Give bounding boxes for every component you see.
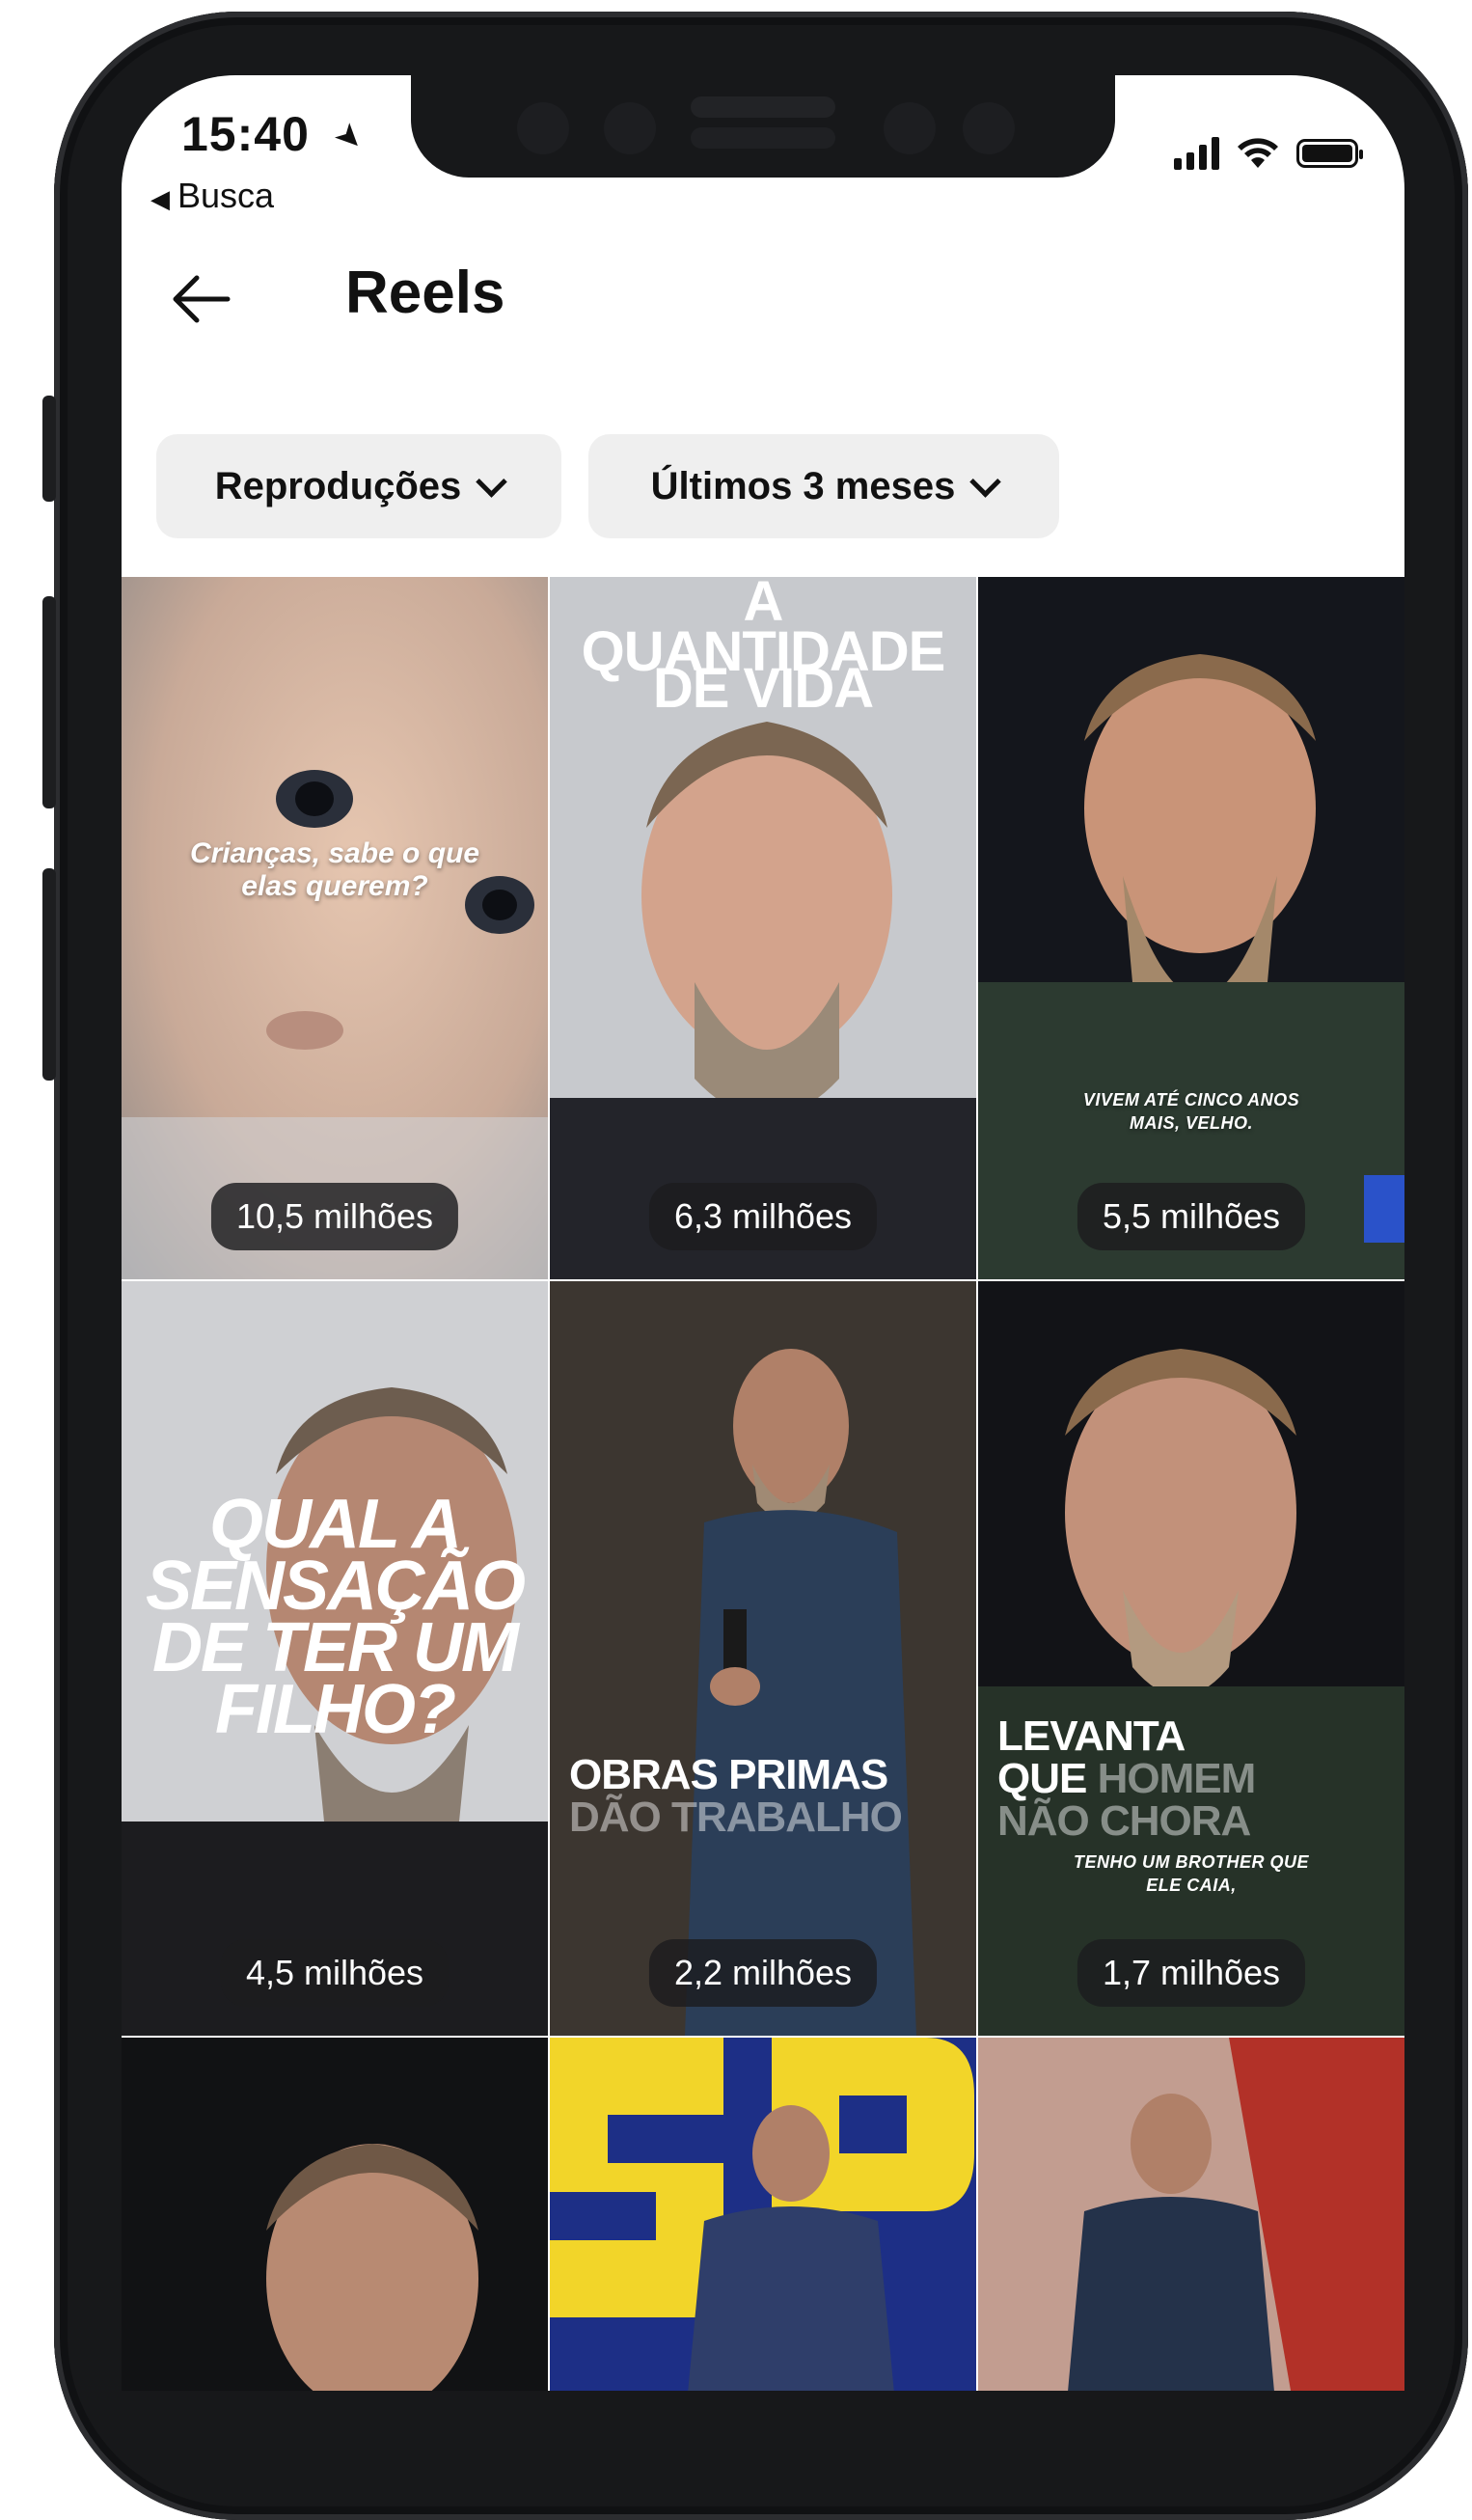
reel-tile[interactable] [978, 2038, 1404, 2391]
reel-view-count: 1,7 milhões [1077, 1939, 1306, 2007]
reel-overlay-text: OBRAS PRIMAS DÃO TRABALHO [569, 1751, 903, 1841]
reel-tile[interactable]: QUAL A SENSAÇÃO DE TER UM FILHO? 4,5 mil… [122, 1281, 548, 2036]
status-time: 15:40 [181, 107, 310, 161]
reel-tile[interactable]: VIVEM ATÉ CINCO ANOS MAIS, VELHO. 5,5 mi… [978, 577, 1404, 1279]
reel-view-count: 5,5 milhões [1077, 1183, 1306, 1250]
phone-mute-switch [42, 396, 56, 502]
reel-thumbnail [122, 2038, 548, 2391]
notch [411, 75, 1115, 178]
page-title: Reels [345, 260, 505, 326]
camera-icon [884, 102, 936, 154]
wifi-icon [1238, 138, 1278, 168]
reel-thumbnail [122, 577, 548, 1279]
chevron-down-icon [969, 465, 1002, 498]
cellular-signal-icon [1174, 137, 1219, 170]
reel-thumbnail [550, 2038, 976, 2391]
sensor-bar [691, 127, 835, 149]
reel-tile[interactable]: A QUANTIDADE DE VIDA 6,3 milhões [550, 577, 976, 1279]
sensor-icon [963, 102, 1015, 154]
back-arrow-icon[interactable] [162, 260, 239, 338]
sensor-icon [604, 102, 656, 154]
reel-thumbnail [550, 1281, 976, 2036]
battery-icon [1296, 139, 1363, 168]
reel-overlay-text: Crianças, sabe o que elas querem? [189, 837, 480, 902]
status-icons [1174, 137, 1363, 170]
reel-tile[interactable]: Crianças, sabe o que elas querem? 10,5 m… [122, 577, 548, 1279]
reel-overlay-text: A QUANTIDADE DE VIDA [581, 577, 946, 720]
reel-thumbnail [978, 2038, 1404, 2391]
reel-tile[interactable] [122, 2038, 548, 2391]
reel-view-count: 10,5 milhões [210, 1183, 459, 1250]
reel-caption-text: TENHO UM BROTHER QUE ELE CAIA, [1074, 1852, 1309, 1895]
filter-period-label: Últimos 3 meses [650, 464, 956, 507]
reel-view-count: 2,2 milhões [648, 1939, 878, 2007]
back-to-app-link[interactable]: ◀ Busca [150, 176, 274, 216]
reel-tile[interactable] [550, 2038, 976, 2391]
reel-overlay-text: QUAL A SENSAÇÃO DE TER UM FILHO? [145, 1486, 526, 1748]
chevron-down-icon [476, 465, 508, 498]
back-app-label: Busca [177, 176, 275, 215]
reel-view-count: 4,5 milhões [220, 1939, 450, 2007]
back-triangle-icon: ◀ [150, 184, 170, 213]
phone-screen: 15:40 ➤ ◀ Busca Reels Reproduções Últimos… [122, 75, 1404, 2391]
sensor-icon [517, 102, 569, 154]
reel-thumbnail [978, 1281, 1404, 2036]
reel-overlay-text: VIVEM ATÉ CINCO ANOS MAIS, VELHO. [1082, 1090, 1300, 1133]
filter-period-dropdown[interactable]: Últimos 3 meses [588, 434, 1059, 538]
phone-volume-down [42, 868, 56, 1081]
reel-tile[interactable]: OBRAS PRIMAS DÃO TRABALHO 2,2 milhões [550, 1281, 976, 2036]
filter-sort-label: Reproduções [214, 464, 462, 507]
reel-tile[interactable]: LEVANTA QUE HOMEM NÃO CHORA TENHO UM BRO… [978, 1281, 1404, 2036]
reel-thumbnail [978, 577, 1404, 1279]
filter-sort-dropdown[interactable]: Reproduções [156, 434, 561, 538]
reel-view-count: 6,3 milhões [648, 1183, 878, 1250]
phone-volume-up [42, 596, 56, 808]
location-arrow-icon: ➤ [326, 114, 372, 160]
speaker [691, 96, 835, 118]
reel-overlay-text: LEVANTA QUE HOMEM NÃO CHORA [997, 1712, 1256, 1845]
